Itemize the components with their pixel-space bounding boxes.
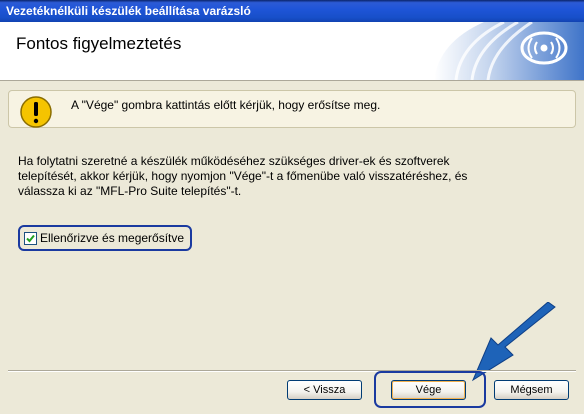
- window-title: Vezetéknélküli készülék beállítása varáz…: [0, 0, 584, 22]
- page-title: Fontos figyelmeztetés: [16, 34, 182, 53]
- warning-icon: [20, 96, 52, 128]
- checkmark-icon: [26, 234, 35, 242]
- instruction-line: telepítését, akkor kérjük, hogy nyomjon …: [18, 169, 468, 183]
- divider: [8, 370, 576, 372]
- wizard-window: Vezetéknélküli készülék beállítása varáz…: [0, 0, 584, 414]
- confirm-checkbox[interactable]: [24, 231, 37, 245]
- wireless-logo-icon: [434, 22, 584, 80]
- confirm-checkbox-row[interactable]: Ellenőrizve és megerősítve: [18, 225, 193, 251]
- instruction-line: válassza ki az "MFL-Pro Suite telepítés"…: [18, 184, 242, 198]
- wizard-header: Fontos figyelmeztetés: [0, 22, 584, 81]
- instruction-line: Ha folytatni szeretné a készülék működés…: [18, 154, 450, 168]
- confirm-label[interactable]: Ellenőrizve és megerősítve: [40, 231, 184, 245]
- warning-text: A "Vége" gombra kattintás előtt kérjük, …: [71, 98, 381, 112]
- instruction-text: Ha folytatni szeretné a készülék működés…: [18, 154, 558, 199]
- back-button[interactable]: < Vissza: [287, 380, 362, 400]
- finish-button[interactable]: Vége: [391, 380, 466, 400]
- cancel-button[interactable]: Mégsem: [494, 380, 569, 400]
- warning-box: A "Vége" gombra kattintás előtt kérjük, …: [8, 90, 576, 128]
